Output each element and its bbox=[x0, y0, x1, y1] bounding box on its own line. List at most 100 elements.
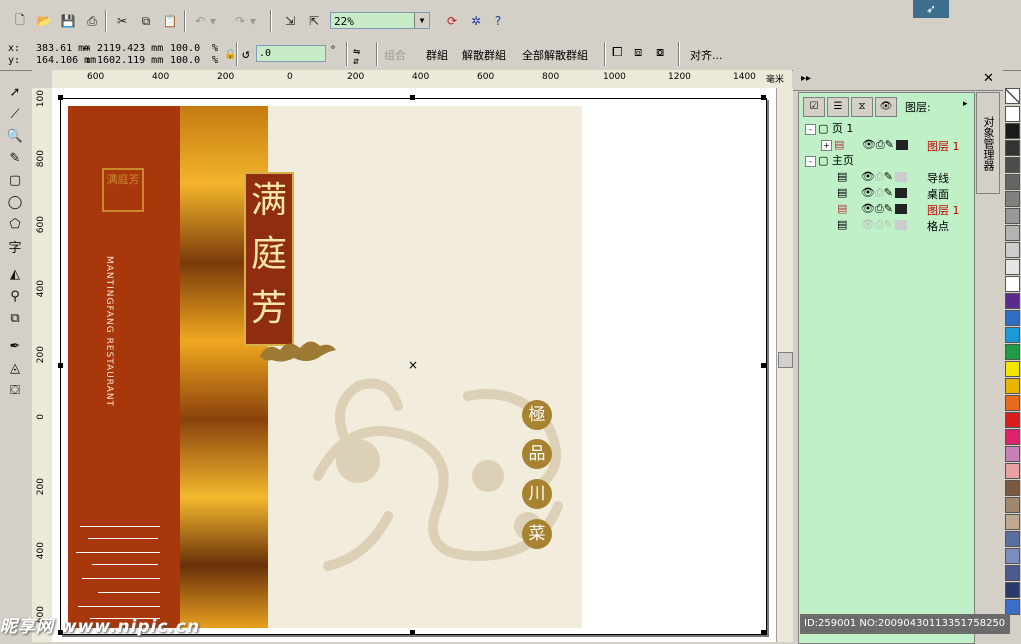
docker-menu-arrow-icon[interactable]: ▸ bbox=[963, 99, 968, 109]
color-swatch[interactable] bbox=[1005, 293, 1020, 309]
color-swatch[interactable] bbox=[1005, 514, 1020, 530]
vertical-ruler[interactable]: 100 800 600 400 200 0 200 400 600 bbox=[32, 88, 53, 642]
print-icon[interactable]: ⎙ bbox=[82, 11, 102, 31]
selection-handle[interactable] bbox=[58, 363, 63, 368]
layer-name[interactable]: 格点 bbox=[927, 218, 949, 234]
freehand-tool-icon[interactable]: ✎ bbox=[4, 148, 26, 168]
tree-layer-1-master[interactable]: ▤ 👁⎙✎ bbox=[837, 201, 907, 217]
combine-button[interactable]: 组合 bbox=[384, 47, 406, 63]
tree-layer-desktop[interactable]: ▤ 👁⎙✎ bbox=[837, 185, 907, 201]
redo-dropdown-icon[interactable]: ▼ bbox=[248, 11, 258, 31]
color-swatch[interactable] bbox=[1005, 174, 1020, 190]
layer-color-swatch[interactable] bbox=[894, 188, 907, 198]
app-launcher-icon[interactable]: ⟳ bbox=[442, 11, 462, 31]
trim-icon[interactable]: ⧈ bbox=[634, 45, 642, 60]
color-swatch[interactable] bbox=[1005, 480, 1020, 496]
layer-color-swatch[interactable] bbox=[894, 172, 907, 182]
visibility-icon[interactable]: 👁 bbox=[861, 202, 875, 215]
tagline-char[interactable]: 川 bbox=[522, 479, 552, 509]
fill-tool-icon[interactable]: ◬ bbox=[4, 358, 26, 378]
color-swatch[interactable] bbox=[1005, 106, 1020, 122]
help-icon[interactable]: ? bbox=[488, 11, 508, 31]
color-swatch[interactable] bbox=[1005, 565, 1020, 581]
layer-name[interactable]: 导线 bbox=[927, 170, 949, 186]
corel-online-icon[interactable]: ✲ bbox=[466, 11, 486, 31]
ruler-corner[interactable] bbox=[32, 70, 53, 89]
seal-logo[interactable]: 满庭芳 bbox=[102, 168, 144, 212]
selection-handle[interactable] bbox=[761, 363, 766, 368]
color-swatch[interactable] bbox=[1005, 157, 1020, 173]
redo-icon[interactable]: ↷ bbox=[230, 11, 250, 31]
layer-color-swatch[interactable] bbox=[894, 220, 907, 230]
print-toggle-icon[interactable]: ⎙ bbox=[876, 138, 885, 151]
no-color-swatch[interactable] bbox=[1005, 88, 1020, 104]
rectangle-tool-icon[interactable]: ▢ bbox=[4, 170, 26, 190]
rotation-angle-field[interactable]: .0 bbox=[256, 45, 326, 62]
selection-handle[interactable] bbox=[410, 95, 415, 100]
color-swatch[interactable] bbox=[1005, 310, 1020, 326]
color-swatch[interactable] bbox=[1005, 378, 1020, 394]
selection-handle[interactable] bbox=[58, 95, 63, 100]
color-swatch[interactable] bbox=[1005, 446, 1020, 462]
color-swatch[interactable] bbox=[1005, 225, 1020, 241]
intersect-icon[interactable]: ⧇ bbox=[656, 45, 664, 60]
eyedropper-tool-icon[interactable]: ⚲ bbox=[4, 286, 26, 306]
tree-page-1[interactable]: - ▢ 页 1 bbox=[805, 121, 853, 137]
object-manager-tab[interactable]: 对象管理器 bbox=[976, 92, 1000, 194]
color-swatch[interactable] bbox=[1005, 259, 1020, 275]
print-toggle-icon[interactable]: ⎙ bbox=[875, 186, 884, 199]
tree-master-page[interactable]: - ▢ 主页 bbox=[805, 153, 854, 169]
show-properties-icon[interactable]: ☑ bbox=[803, 97, 825, 117]
ungroup-all-button[interactable]: 全部解散群組 bbox=[522, 47, 588, 63]
edit-toggle-icon[interactable]: ✎ bbox=[885, 138, 894, 151]
layer-manager-icon[interactable]: 👁 bbox=[875, 97, 897, 117]
collapse-icon[interactable]: - bbox=[805, 123, 816, 135]
paste-icon[interactable]: 📋 bbox=[160, 11, 180, 31]
selection-handle[interactable] bbox=[761, 95, 766, 100]
color-swatch[interactable] bbox=[1005, 361, 1020, 377]
tree-layer-guides[interactable]: ▤ 👁⎙✎ bbox=[837, 169, 907, 185]
color-swatch[interactable] bbox=[1005, 582, 1020, 598]
color-swatch[interactable] bbox=[1005, 123, 1020, 139]
zoom-level-select[interactable]: 22% ▼ bbox=[330, 12, 430, 29]
center-marker-icon[interactable]: × bbox=[408, 358, 418, 372]
shape-tool-icon[interactable]: ⟋ bbox=[4, 104, 26, 124]
color-swatch[interactable] bbox=[1005, 497, 1020, 513]
pick-tool-icon[interactable]: ➚ bbox=[4, 82, 26, 102]
docker-expand-icon[interactable]: ▸▸ bbox=[801, 73, 811, 84]
dragon-pattern[interactable] bbox=[288, 356, 582, 586]
chevron-down-icon[interactable]: ▼ bbox=[414, 13, 429, 28]
open-icon[interactable]: 📂 bbox=[34, 11, 54, 31]
tree-layer-grid[interactable]: ▤ 👁⎙✎ bbox=[837, 217, 907, 233]
save-icon[interactable]: 💾 bbox=[58, 11, 78, 31]
edit-toggle-icon[interactable]: ✎ bbox=[884, 186, 893, 199]
restaurant-english-name[interactable]: MANTINGFANG RESTAURANT bbox=[104, 256, 114, 407]
drawing-canvas[interactable]: 满庭芳 MANTINGFANG RESTAURANT 满 庭 芳 極 品 川 菜… bbox=[52, 88, 792, 642]
edit-toggle-icon[interactable]: ✎ bbox=[884, 218, 893, 231]
undo-icon[interactable]: ↶ bbox=[190, 11, 210, 31]
cut-icon[interactable]: ✂ bbox=[112, 11, 132, 31]
close-icon[interactable]: ✕ bbox=[983, 71, 994, 86]
tagline-char[interactable]: 極 bbox=[522, 400, 552, 430]
visibility-icon[interactable]: 👁 bbox=[862, 138, 876, 151]
width-field[interactable]: 2119.423 mm bbox=[97, 43, 163, 54]
vertical-scrollbar[interactable] bbox=[776, 88, 793, 642]
color-swatch[interactable] bbox=[1005, 344, 1020, 360]
interactive-fill-icon[interactable]: ◭ bbox=[4, 264, 26, 284]
visibility-icon[interactable]: 👁 bbox=[861, 218, 875, 231]
import-icon[interactable]: ⇲ bbox=[280, 11, 300, 31]
collapse-icon[interactable]: - bbox=[805, 155, 816, 167]
selection-handle[interactable] bbox=[410, 630, 415, 635]
scale-width-field[interactable]: 100.0 bbox=[170, 43, 200, 54]
color-swatch[interactable] bbox=[1005, 140, 1020, 156]
undo-dropdown-icon[interactable]: ▼ bbox=[208, 11, 218, 31]
outline-tool-icon[interactable]: ✒ bbox=[4, 336, 26, 356]
polygon-tool-icon[interactable]: ⬠ bbox=[4, 214, 26, 234]
align-button[interactable]: 对齐... bbox=[690, 47, 723, 63]
color-swatch[interactable] bbox=[1005, 242, 1020, 258]
transform-tool-icon[interactable]: ⧉ bbox=[4, 308, 26, 328]
print-toggle-icon[interactable]: ⎙ bbox=[875, 202, 884, 215]
text-tool-icon[interactable]: 字 bbox=[4, 236, 26, 256]
lock-ratio-icon[interactable]: 🔒 bbox=[224, 49, 236, 60]
export-icon[interactable]: ⇱ bbox=[304, 11, 324, 31]
